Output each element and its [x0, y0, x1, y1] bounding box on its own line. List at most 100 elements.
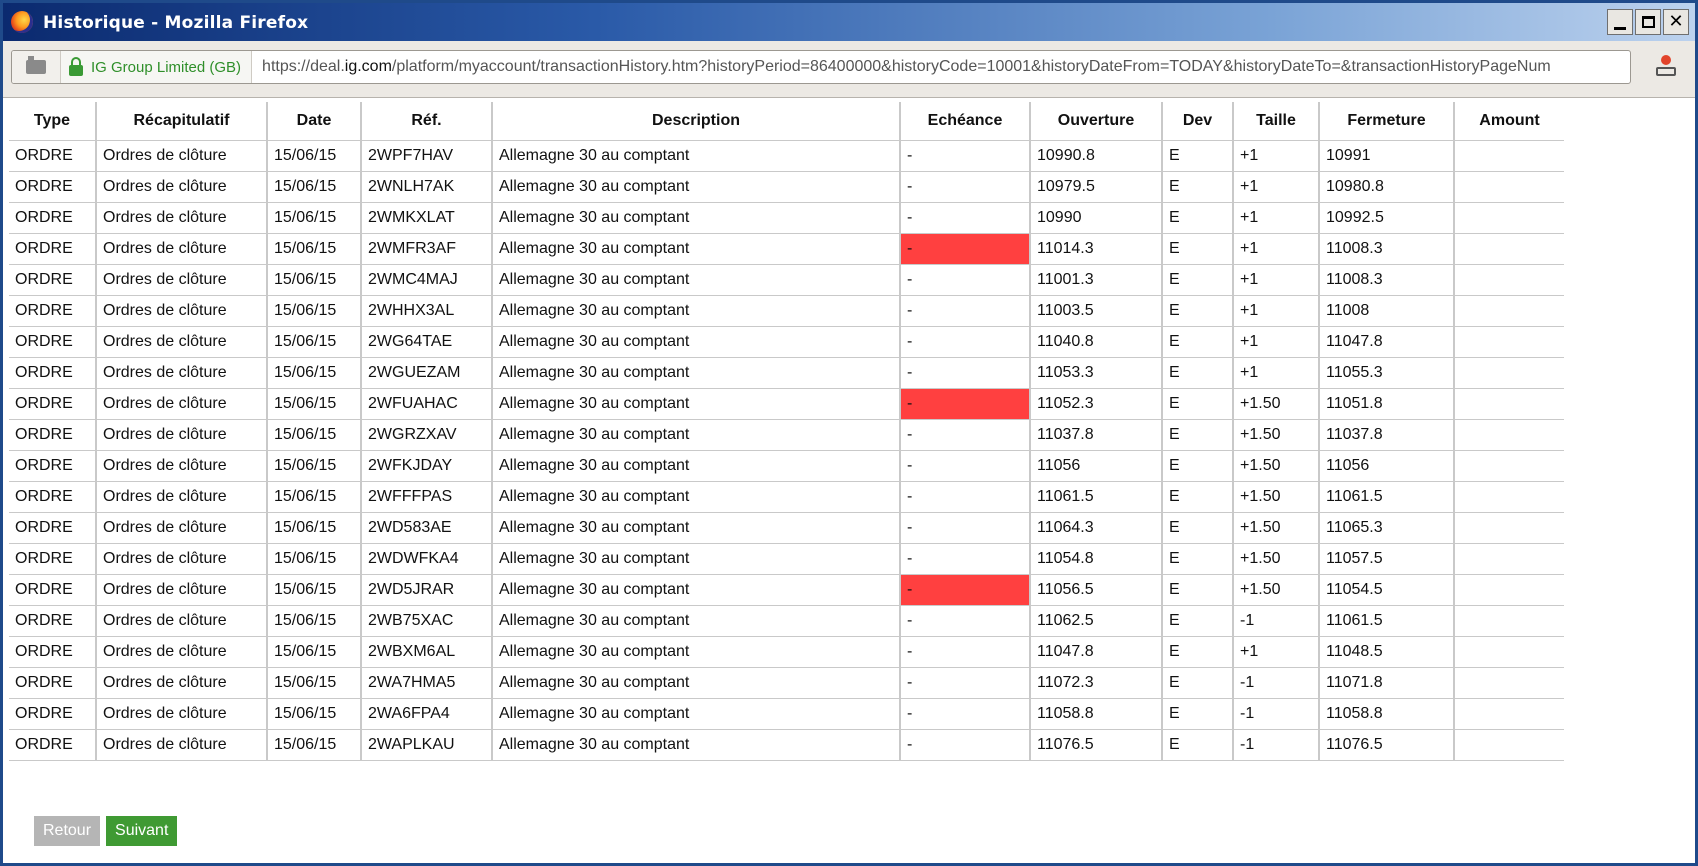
- cell-ouverture: 11047.8: [1030, 636, 1163, 668]
- notification-icon[interactable]: [1655, 55, 1677, 77]
- table-row: ORDRE Ordres de clôture 15/06/15 2WAPLKAU Al…: [9, 729, 1564, 761]
- cell-recap: Ordres de clôture: [96, 698, 268, 730]
- next-button[interactable]: Suivant: [106, 816, 178, 846]
- url-text[interactable]: https://deal.ig.com/platform/myaccount/t…: [252, 58, 1551, 76]
- cell-date: 15/06/15: [267, 543, 362, 575]
- cell-type: ORDRE: [9, 481, 97, 513]
- cell-amount: [1454, 140, 1564, 172]
- cell-date: 15/06/15: [267, 574, 362, 606]
- notification-icon-dot: [1661, 55, 1671, 65]
- cell-dev: E: [1162, 140, 1234, 172]
- maximize-button[interactable]: [1635, 9, 1661, 35]
- cell-taille: +1: [1233, 171, 1320, 203]
- minimize-button[interactable]: [1607, 9, 1633, 35]
- cell-echeance: -: [900, 357, 1031, 389]
- cell-date: 15/06/15: [267, 357, 362, 389]
- table-row: ORDRE Ordres de clôture 15/06/15 2WA6FPA4 Al…: [9, 698, 1564, 730]
- cell-amount: [1454, 636, 1564, 668]
- cell-date: 15/06/15: [267, 202, 362, 234]
- column-header: Echéance: [900, 102, 1031, 141]
- cell-recap: Ordres de clôture: [96, 481, 268, 513]
- cell-desc: Allemagne 30 au comptant: [492, 419, 901, 451]
- table-row: ORDRE Ordres de clôture 15/06/15 2WBXM6AL Al…: [9, 636, 1564, 668]
- table-row: ORDRE Ordres de clôture 15/06/15 2WFUAHAC Al…: [9, 388, 1564, 420]
- cell-echeance: -: [900, 171, 1031, 203]
- cell-amount: [1454, 481, 1564, 513]
- cell-date: 15/06/15: [267, 481, 362, 513]
- column-header: Récapitulatif: [96, 102, 268, 141]
- cell-recap: Ordres de clôture: [96, 326, 268, 358]
- cell-type: ORDRE: [9, 605, 97, 637]
- pagination: Retour Suivant: [34, 816, 178, 846]
- table-header-row: Type Récapitulatif Date Réf. Description Eché…: [9, 102, 1564, 141]
- cell-type: ORDRE: [9, 202, 97, 234]
- cell-ouverture: 11061.5: [1030, 481, 1163, 513]
- cell-amount: [1454, 419, 1564, 451]
- cell-echeance: -: [900, 698, 1031, 730]
- cell-echeance: -: [900, 388, 1031, 420]
- cell-dev: E: [1162, 264, 1234, 296]
- cell-taille: +1: [1233, 140, 1320, 172]
- url-path: /platform/myaccount/transactionHistory.h…: [391, 58, 1551, 75]
- cell-echeance: -: [900, 295, 1031, 327]
- cell-dev: E: [1162, 419, 1234, 451]
- cell-echeance: -: [900, 450, 1031, 482]
- minimize-icon: [1614, 26, 1626, 30]
- cell-echeance: -: [900, 574, 1031, 606]
- cell-ouverture: 10979.5: [1030, 171, 1163, 203]
- cell-desc: Allemagne 30 au comptant: [492, 295, 901, 327]
- table-body: ORDRE Ordres de clôture 15/06/15 2WPF7HAV Al…: [9, 140, 1564, 761]
- site-identity[interactable]: IG Group Limited (GB): [61, 51, 253, 83]
- cell-recap: Ordres de clôture: [96, 512, 268, 544]
- cell-taille: +1: [1233, 202, 1320, 234]
- cell-amount: [1454, 326, 1564, 358]
- transaction-history-table: Type Récapitulatif Date Réf. Description Eché…: [9, 102, 1564, 761]
- page-icon: [26, 56, 46, 74]
- cell-ref: 2WBXM6AL: [361, 636, 493, 668]
- cell-dev: E: [1162, 512, 1234, 544]
- cell-ouverture: 11014.3: [1030, 233, 1163, 265]
- cell-ouverture: 11003.5: [1030, 295, 1163, 327]
- cell-ouverture: 10990: [1030, 202, 1163, 234]
- cell-dev: E: [1162, 698, 1234, 730]
- cell-date: 15/06/15: [267, 667, 362, 699]
- close-button[interactable]: ✕: [1663, 9, 1689, 35]
- cell-recap: Ordres de clôture: [96, 574, 268, 606]
- cell-ouverture: 11056: [1030, 450, 1163, 482]
- cell-date: 15/06/15: [267, 171, 362, 203]
- cell-echeance: -: [900, 140, 1031, 172]
- cell-echeance: -: [900, 419, 1031, 451]
- column-header: Description: [492, 102, 901, 141]
- cell-amount: [1454, 295, 1564, 327]
- cell-ref: 2WFUAHAC: [361, 388, 493, 420]
- cell-dev: E: [1162, 233, 1234, 265]
- cell-recap: Ordres de clôture: [96, 605, 268, 637]
- cell-desc: Allemagne 30 au comptant: [492, 729, 901, 761]
- table-row: ORDRE Ordres de clôture 15/06/15 2WMKXLAT Al…: [9, 202, 1564, 234]
- cell-recap: Ordres de clôture: [96, 543, 268, 575]
- cell-fermeture: 11058.8: [1319, 698, 1455, 730]
- cell-type: ORDRE: [9, 295, 97, 327]
- navigation-bar: IG Group Limited (GB) https://deal.ig.co…: [3, 41, 1695, 98]
- cell-dev: E: [1162, 605, 1234, 637]
- cell-echeance: -: [900, 667, 1031, 699]
- cell-taille: +1: [1233, 326, 1320, 358]
- cell-amount: [1454, 543, 1564, 575]
- cell-ouverture: 11054.8: [1030, 543, 1163, 575]
- cell-fermeture: 11008.3: [1319, 233, 1455, 265]
- cell-taille: +1: [1233, 264, 1320, 296]
- cell-echeance: -: [900, 481, 1031, 513]
- table-row: ORDRE Ordres de clôture 15/06/15 2WD5JRAR Al…: [9, 574, 1564, 606]
- address-bar[interactable]: IG Group Limited (GB) https://deal.ig.co…: [11, 50, 1631, 84]
- cell-ref: 2WA7HMA5: [361, 667, 493, 699]
- column-header: Taille: [1233, 102, 1320, 141]
- site-info-button[interactable]: [12, 51, 61, 83]
- back-button[interactable]: Retour: [34, 816, 101, 846]
- cell-taille: +1.50: [1233, 574, 1320, 606]
- cell-type: ORDRE: [9, 450, 97, 482]
- cell-taille: +1: [1233, 636, 1320, 668]
- cell-ref: 2WD583AE: [361, 512, 493, 544]
- cell-date: 15/06/15: [267, 512, 362, 544]
- cell-ref: 2WD5JRAR: [361, 574, 493, 606]
- cell-fermeture: 11057.5: [1319, 543, 1455, 575]
